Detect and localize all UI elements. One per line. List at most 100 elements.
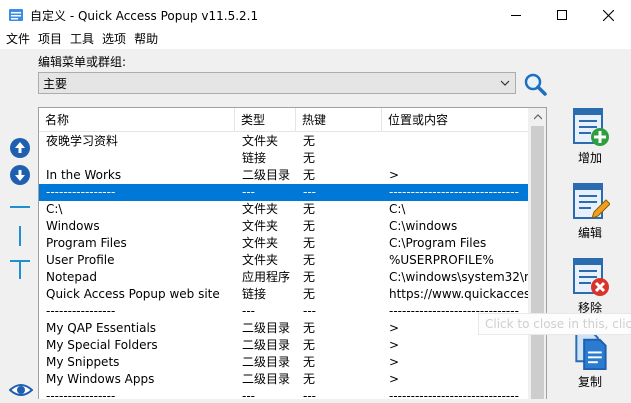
- row-type: 二级目录: [242, 355, 291, 369]
- row-location: C:\: [389, 202, 406, 216]
- row-hotkey: 无: [303, 151, 316, 165]
- row-name: User Profile: [46, 253, 115, 267]
- row-type: 文件夹: [242, 134, 279, 148]
- row-hotkey: 无: [303, 270, 316, 284]
- row-name: Program Files: [46, 236, 127, 250]
- row-location: [382, 133, 529, 150]
- row-type: 链接: [242, 151, 267, 165]
- separator-icon[interactable]: [9, 196, 31, 218]
- menu-tools[interactable]: 工具: [66, 30, 98, 49]
- menu-options[interactable]: 选项: [98, 30, 130, 49]
- row-name: ----------------: [46, 389, 116, 399]
- favorites-list[interactable]: 名称 类型 热键 位置或内容 夜晚学习资料 文件夹无链接无 In the Works…: [38, 107, 547, 399]
- menu-select-dropdown[interactable]: 主要: [38, 72, 516, 94]
- row-type: 链接: [242, 287, 267, 301]
- list-row[interactable]: C:\ 文件夹 无 C:\: [39, 201, 529, 218]
- tooltip: Click to close in this, click: [478, 313, 631, 335]
- remove-button[interactable]: 移除: [560, 257, 620, 317]
- list-row[interactable]: My Windows Apps 二级目录无 >: [39, 371, 529, 388]
- row-hotkey: ---: [303, 304, 316, 318]
- column-header-location[interactable]: 位置或内容: [382, 108, 529, 132]
- row-location: [382, 150, 529, 167]
- row-type: ---: [242, 389, 255, 399]
- copy-button-label: 复制: [577, 375, 602, 389]
- row-type: 二级目录: [242, 168, 291, 182]
- list-row[interactable]: ---------------- --- --- ------------------…: [39, 303, 529, 320]
- row-type: ---: [242, 185, 255, 199]
- list-row[interactable]: Notepad 应用程序无 C:\windows\system32\n: [39, 269, 529, 286]
- column-header-name[interactable]: 名称: [39, 108, 235, 132]
- menu-file[interactable]: 文件: [2, 30, 34, 49]
- row-name: ----------------: [46, 304, 116, 318]
- row-location: C:\windows\system32\n: [389, 270, 529, 284]
- row-location: ------------------------------: [389, 389, 519, 399]
- row-hotkey: 无: [303, 219, 316, 233]
- row-location: %USERPROFILE%: [389, 253, 494, 267]
- row-name: Notepad: [46, 270, 97, 284]
- edit-button[interactable]: 编辑: [560, 182, 620, 242]
- row-hotkey: 无: [303, 236, 316, 250]
- column-header-hotkey[interactable]: 热键: [296, 108, 382, 132]
- row-hotkey: 无: [303, 253, 316, 267]
- list-row[interactable]: My Special Folders 二级目录无 >: [39, 337, 529, 354]
- row-hotkey: 无: [303, 287, 316, 301]
- edit-button-label: 编辑: [577, 226, 602, 240]
- list-row[interactable]: ---------------- --- --- ------------------…: [39, 388, 529, 399]
- search-icon[interactable]: [522, 72, 548, 96]
- menu-select-value: 主要: [43, 76, 68, 91]
- row-type: 文件夹: [242, 236, 279, 250]
- vertical-scrollbar[interactable]: [528, 108, 546, 399]
- row-location: >: [389, 372, 400, 386]
- scroll-up-icon[interactable]: [529, 108, 546, 125]
- add-button[interactable]: 增加: [560, 107, 620, 167]
- column-break-icon[interactable]: [9, 225, 31, 247]
- row-name: My Snippets: [46, 355, 120, 369]
- move-down-icon[interactable]: [9, 164, 31, 186]
- list-row[interactable]: Quick Access Popup web site 链接 无 https://ww…: [39, 286, 529, 303]
- list-row[interactable]: ---------------- --- --- ------------------…: [39, 184, 529, 201]
- row-hotkey: 无: [303, 372, 316, 386]
- row-type: 文件夹: [242, 219, 279, 233]
- add-button-label: 增加: [577, 151, 602, 165]
- chevron-down-icon: [499, 77, 511, 92]
- row-location: C:\Program Files: [389, 236, 487, 250]
- row-hotkey: 无: [303, 202, 316, 216]
- row-hotkey: 无: [303, 338, 316, 352]
- minimize-button[interactable]: [493, 0, 539, 30]
- text-separator-icon[interactable]: [9, 258, 31, 280]
- list-row[interactable]: My QAP Essentials 二级目录无 >: [39, 320, 529, 337]
- row-location: >: [389, 355, 400, 369]
- row-type: 应用程序: [242, 270, 291, 284]
- row-hotkey: ---: [303, 389, 316, 399]
- list-row[interactable]: In the Works 二级目录无 >: [39, 167, 529, 184]
- list-header: 名称 类型 热键 位置或内容: [39, 108, 529, 132]
- list-rows: 夜晚学习资料 文件夹无链接无 In the Works 二级目录无 > ---------…: [39, 133, 529, 399]
- list-row[interactable]: Windows 文件夹 无 C:\windows: [39, 218, 529, 235]
- row-name: C:\: [46, 202, 63, 216]
- list-row[interactable]: 链接 无: [39, 150, 529, 167]
- row-name: In the Works: [46, 168, 122, 182]
- maximize-button[interactable]: [539, 0, 585, 30]
- scrollbar-thumb[interactable]: [531, 126, 544, 399]
- menu-item[interactable]: 项目: [34, 30, 66, 49]
- row-location: ------------------------------: [389, 185, 519, 199]
- app-icon: [8, 7, 24, 23]
- eye-icon[interactable]: [8, 381, 34, 403]
- row-type: 文件夹: [242, 202, 279, 216]
- copy-button[interactable]: 复制: [560, 330, 620, 390]
- list-row[interactable]: Program Files 文件夹 无 C:\Program Files: [39, 235, 529, 252]
- row-type: 二级目录: [242, 372, 291, 386]
- close-button[interactable]: [585, 0, 631, 30]
- list-row[interactable]: My Snippets 二级目录无 >: [39, 354, 529, 371]
- row-name: My QAP Essentials: [46, 321, 157, 335]
- column-header-type[interactable]: 类型: [235, 108, 296, 132]
- row-hotkey: ---: [303, 185, 316, 199]
- list-row[interactable]: 夜晚学习资料 文件夹 无: [39, 133, 529, 150]
- menu-help[interactable]: 帮助: [130, 30, 162, 49]
- row-type: 二级目录: [242, 338, 291, 352]
- row-name: 夜晚学习资料: [46, 134, 119, 148]
- move-up-icon[interactable]: [9, 137, 31, 159]
- add-icon: [573, 108, 609, 146]
- list-row[interactable]: User Profile 文件夹 无 %USERPROFILE%: [39, 252, 529, 269]
- edit-menu-label: 编辑菜单或群组:: [38, 55, 127, 69]
